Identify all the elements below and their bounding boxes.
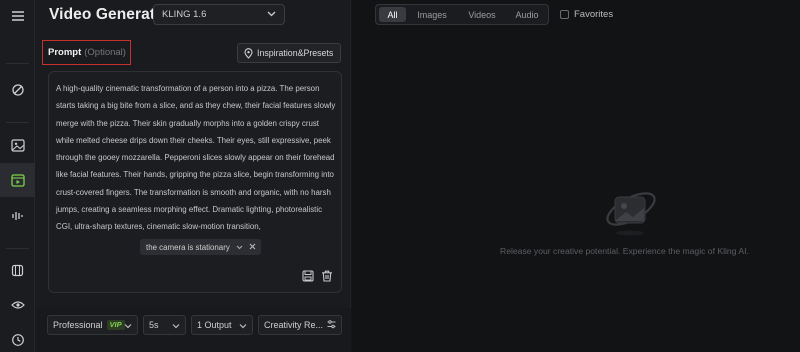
favorites-label: Favorites	[574, 9, 614, 20]
output-count-value: 1 Output	[197, 320, 232, 330]
save-icon[interactable]	[302, 269, 314, 282]
left-rail	[0, 0, 35, 352]
tab-images[interactable]: Images	[410, 7, 454, 22]
inspiration-presets-button[interactable]: Inspiration&Presets	[237, 43, 341, 63]
output-count-select[interactable]: 1 Output	[191, 315, 253, 335]
camera-tag-chip[interactable]: the camera is stationary	[140, 239, 261, 255]
prompt-label-text: Prompt	[48, 47, 82, 58]
chevron-down-icon[interactable]	[236, 243, 243, 252]
tab-videos[interactable]: Videos	[460, 7, 504, 22]
sliders-icon	[327, 320, 336, 331]
rail-divider	[6, 63, 29, 64]
camera-tag-label: the camera is stationary	[146, 242, 230, 252]
image-icon[interactable]	[8, 136, 27, 155]
favorites-toggle[interactable]: Favorites	[560, 9, 613, 20]
chevron-down-icon	[124, 321, 132, 331]
mode-select[interactable]: Professional VIP	[47, 315, 138, 335]
chevron-down-icon	[172, 321, 180, 331]
chevron-down-icon	[267, 9, 276, 20]
gallery-tabs: All Images Videos Audio	[375, 4, 549, 25]
location-pin-icon	[244, 47, 253, 59]
model-select-value: KLING 1.6	[162, 9, 207, 20]
rail-divider	[6, 122, 29, 123]
prompt-label: Prompt (Optional)	[42, 40, 131, 65]
menu-icon[interactable]	[8, 6, 27, 25]
rail-divider	[6, 248, 29, 249]
prompt-optional-text: (Optional)	[84, 47, 126, 58]
creativity-settings-button[interactable]: Creativity Re...	[258, 315, 342, 335]
chevron-down-icon	[239, 321, 247, 331]
effects-icon[interactable]	[8, 80, 27, 99]
empty-state-message: Release your creative potential. Experie…	[500, 246, 749, 256]
history-icon[interactable]	[8, 330, 27, 349]
tab-audio[interactable]: Audio	[508, 7, 546, 22]
gallery-panel	[352, 0, 800, 352]
app-root: Video Generation KLING 1.6 Prompt (Optio…	[0, 0, 800, 352]
empty-gallery-icon	[600, 185, 660, 240]
vip-badge: VIP	[106, 320, 125, 330]
duration-select[interactable]: 5s	[143, 315, 186, 335]
eye-icon[interactable]	[8, 295, 27, 314]
prompt-text[interactable]: A high-quality cinematic transformation …	[56, 80, 336, 236]
tab-all[interactable]: All	[379, 7, 406, 22]
creativity-label: Creativity Re...	[264, 320, 324, 330]
close-icon[interactable]	[249, 243, 256, 252]
duration-value: 5s	[149, 320, 159, 330]
mode-value: Professional	[53, 320, 103, 330]
inspiration-presets-label: Inspiration&Presets	[257, 48, 334, 58]
assets-icon[interactable]	[8, 261, 27, 280]
model-select[interactable]: KLING 1.6	[153, 4, 285, 25]
audio-icon[interactable]	[8, 206, 27, 225]
trash-icon[interactable]	[321, 269, 333, 282]
favorites-checkbox[interactable]	[560, 10, 569, 19]
video-icon[interactable]	[8, 171, 27, 190]
